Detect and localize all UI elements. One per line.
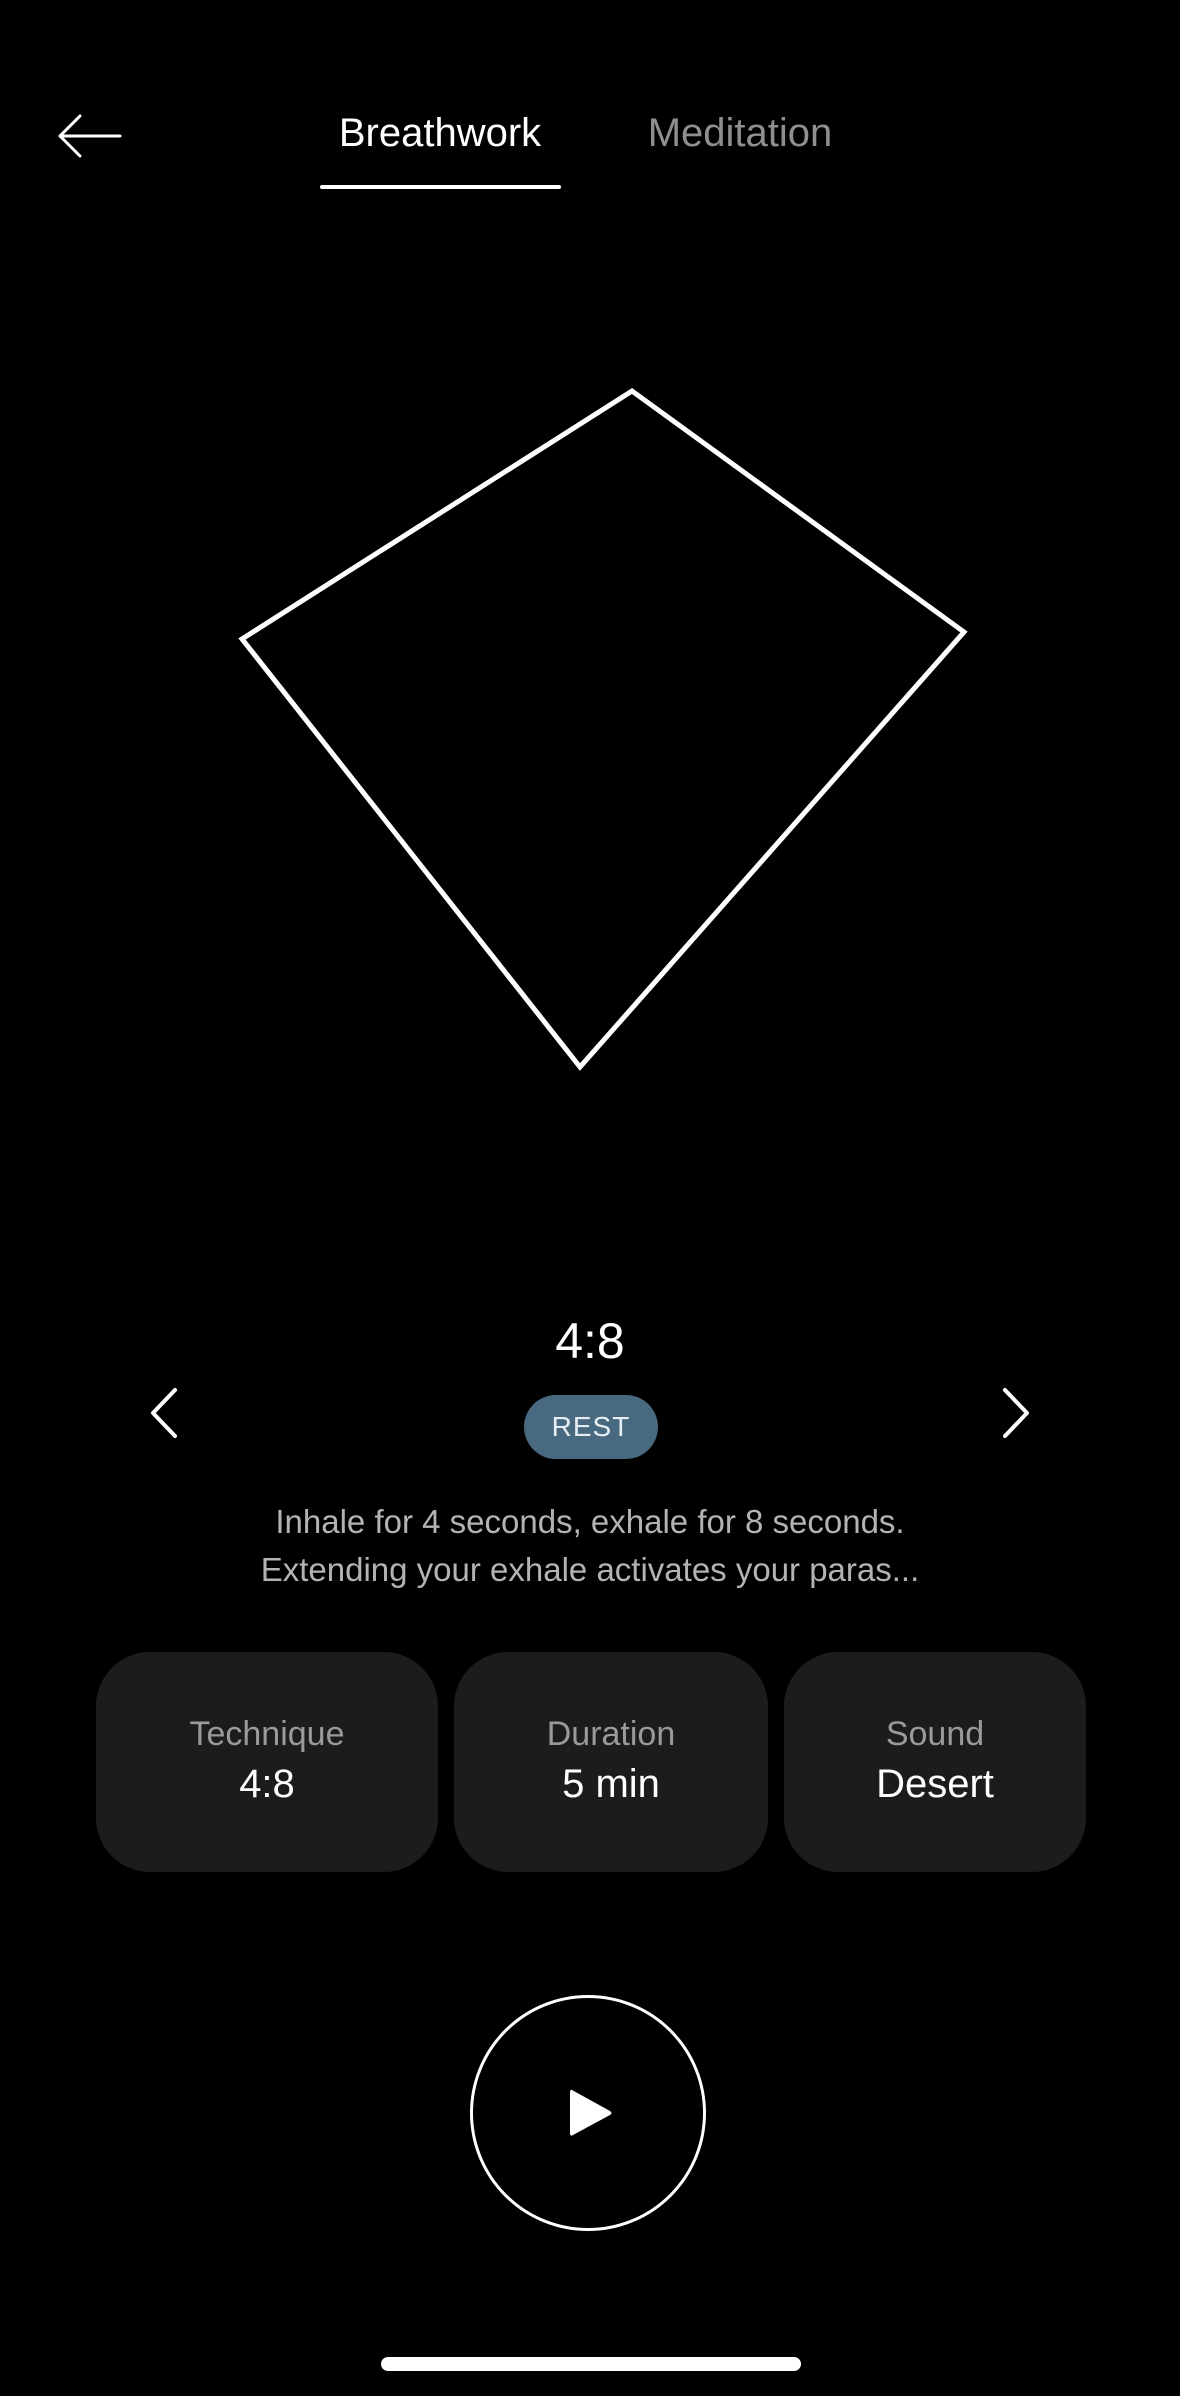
- arrow-left-icon: [58, 114, 122, 158]
- technique-label: Technique: [189, 1715, 345, 1753]
- next-technique-button[interactable]: [978, 1375, 1054, 1451]
- chevron-right-icon: [1003, 1388, 1029, 1438]
- description-line-1: Inhale for 4 seconds, exhale for 8 secon…: [275, 1503, 905, 1540]
- breath-ratio: 4:8: [555, 1313, 625, 1369]
- previous-technique-button[interactable]: [126, 1375, 202, 1451]
- description-line-2: Extending your exhale activates your par…: [260, 1551, 920, 1588]
- duration-card[interactable]: Duration 5 min: [454, 1652, 768, 1872]
- technique-value: 4:8: [239, 1762, 295, 1806]
- duration-label: Duration: [546, 1715, 676, 1753]
- sound-card[interactable]: Sound Desert: [784, 1652, 1086, 1872]
- back-button[interactable]: [50, 100, 130, 172]
- tab-breathwork[interactable]: Breathwork: [320, 105, 560, 185]
- technique-description: Inhale for 4 seconds, exhale for 8 secon…: [140, 1498, 1040, 1594]
- technique-card[interactable]: Technique 4:8: [96, 1652, 438, 1872]
- tab-meditation[interactable]: Meditation: [620, 105, 860, 185]
- chevron-left-icon: [151, 1388, 177, 1438]
- sound-value: Desert: [876, 1762, 994, 1806]
- active-tab-indicator: [320, 185, 561, 189]
- home-indicator: [381, 2357, 801, 2371]
- duration-value: 5 min: [562, 1762, 660, 1806]
- play-icon: [570, 2089, 612, 2136]
- sound-label: Sound: [885, 1715, 985, 1753]
- play-button[interactable]: [470, 1995, 706, 2231]
- breathing-shape: [238, 387, 968, 1071]
- phase-badge: REST: [524, 1395, 658, 1459]
